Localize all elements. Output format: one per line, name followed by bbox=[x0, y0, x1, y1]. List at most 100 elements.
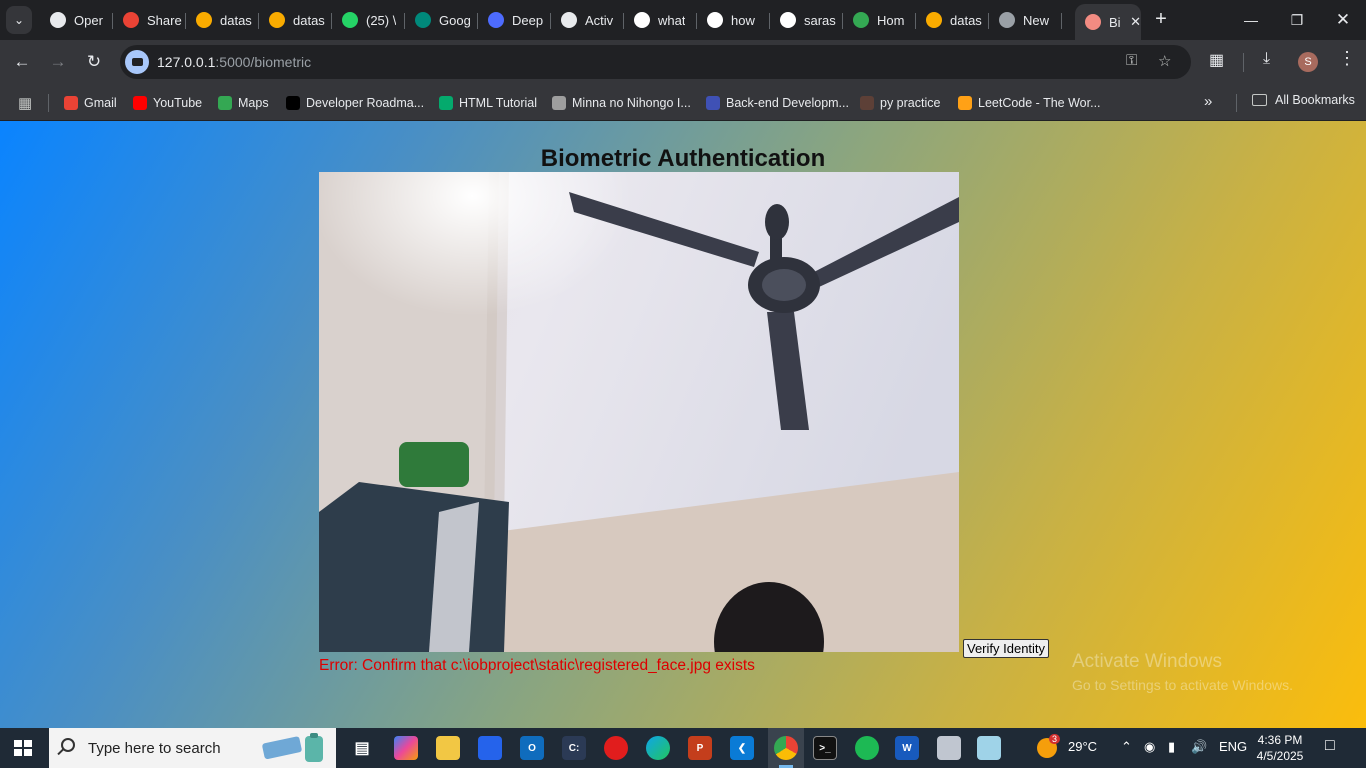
vscode-icon[interactable]: ❮ bbox=[730, 736, 754, 760]
verify-identity-button[interactable]: Verify Identity bbox=[963, 639, 1050, 658]
record-app-icon[interactable] bbox=[604, 736, 628, 760]
taskbar-search-placeholder: Type here to search bbox=[88, 740, 221, 757]
webcam-in-use-icon[interactable]: ◉ bbox=[1144, 739, 1155, 755]
apps-grid-icon[interactable]: ▦ bbox=[18, 94, 32, 112]
extensions-puzzle-icon[interactable]: ▦ bbox=[1209, 50, 1224, 70]
tab-6[interactable]: Deep bbox=[478, 4, 551, 36]
close-tab-icon[interactable]: ✕ bbox=[1130, 14, 1141, 30]
copilot-icon[interactable] bbox=[394, 736, 418, 760]
tab-5[interactable]: Goog bbox=[405, 4, 478, 36]
colab-icon bbox=[196, 12, 212, 28]
address-bar[interactable]: 127.0.0.1:5000/biometric ⚿ ☆ bbox=[120, 45, 1191, 79]
activate-windows-watermark: Activate Windows Go to Settings to activ… bbox=[1072, 651, 1293, 693]
download-icon[interactable]: ⤓ bbox=[1263, 50, 1270, 68]
webcam-video-feed bbox=[319, 172, 959, 652]
restore-button[interactable]: ❐ bbox=[1274, 0, 1320, 40]
task-view-icon[interactable]: ▤ bbox=[350, 736, 374, 760]
minimize-button[interactable]: — bbox=[1228, 0, 1274, 40]
bookmark-item[interactable]: Gmail bbox=[64, 93, 117, 113]
youtube-icon bbox=[133, 96, 147, 110]
windows-start-icon[interactable] bbox=[14, 740, 32, 756]
spotify-icon[interactable] bbox=[855, 736, 879, 760]
whatsapp-icon bbox=[342, 12, 358, 28]
tab-11[interactable]: Hom bbox=[843, 4, 916, 36]
word-icon[interactable]: W bbox=[895, 736, 919, 760]
tab-10[interactable]: saras bbox=[770, 4, 843, 36]
close-icon: ✕ bbox=[1335, 10, 1351, 29]
more-bookmarks-icon[interactable]: » bbox=[1204, 93, 1212, 110]
bookmark-label: Minna no Nihongo I... bbox=[572, 96, 691, 110]
powerpoint-icon[interactable]: P bbox=[688, 736, 712, 760]
bookmark-star-icon[interactable]: ☆ bbox=[1158, 52, 1171, 70]
all-bookmarks-button[interactable]: All Bookmarks bbox=[1252, 93, 1355, 107]
url-text[interactable]: 127.0.0.1:5000/biometric bbox=[157, 54, 311, 70]
google-icon bbox=[634, 12, 650, 28]
folder-icon bbox=[1252, 94, 1267, 106]
password-key-icon[interactable]: ⚿ bbox=[1126, 52, 1137, 69]
bookmark-item[interactable]: HTML Tutorial bbox=[439, 93, 537, 113]
tab-label: Oper bbox=[74, 12, 103, 28]
profile-avatar[interactable]: S bbox=[1298, 52, 1318, 72]
restore-icon: ❐ bbox=[1290, 11, 1304, 28]
bookmark-item[interactable]: Back-end Developm... bbox=[706, 93, 849, 113]
error-message: Error: Confirm that c:\iobproject\static… bbox=[319, 657, 755, 674]
back-button[interactable]: ← bbox=[8, 48, 36, 76]
search-icon bbox=[61, 738, 75, 752]
terminal-app-icon[interactable]: C: bbox=[562, 736, 586, 760]
bookmark-label: LeetCode - The Wor... bbox=[978, 96, 1101, 110]
bookmark-item[interactable]: Maps bbox=[218, 93, 269, 113]
bookmark-item[interactable]: LeetCode - The Wor... bbox=[958, 93, 1101, 113]
file-explorer-icon[interactable] bbox=[436, 736, 460, 760]
language-indicator[interactable]: ENG bbox=[1219, 739, 1247, 754]
tab-9[interactable]: how bbox=[697, 4, 770, 36]
tab-label: Deep bbox=[512, 12, 544, 28]
edge-icon[interactable] bbox=[646, 736, 670, 760]
system-clock[interactable]: 4:36 PM 4/5/2025 bbox=[1253, 732, 1307, 764]
weather-badge: 3 bbox=[1049, 734, 1061, 744]
command-prompt-icon[interactable]: >_ bbox=[813, 736, 837, 760]
reload-button[interactable]: ↻ bbox=[80, 48, 108, 76]
new-tab-button[interactable]: + bbox=[1150, 8, 1172, 30]
github-icon bbox=[780, 12, 796, 28]
tab-8[interactable]: what bbox=[624, 4, 697, 36]
bookmark-label: Developer Roadma... bbox=[306, 96, 425, 110]
tab-1[interactable]: Share bbox=[113, 4, 186, 36]
tab-7[interactable]: Activ bbox=[551, 4, 624, 36]
tray-overflow-chevron-icon[interactable]: ⌃ bbox=[1121, 739, 1132, 755]
microsoft-store-icon[interactable] bbox=[478, 736, 502, 760]
page-content: Biometric Authentication Verify Identity… bbox=[0, 121, 1366, 728]
clock-time: 4:36 PM bbox=[1257, 733, 1303, 747]
notepad-icon[interactable] bbox=[977, 736, 1001, 760]
outlook-icon[interactable]: O bbox=[520, 736, 544, 760]
chrome-icon[interactable] bbox=[774, 736, 798, 760]
tab-label: saras bbox=[804, 12, 836, 28]
weather-temperature[interactable]: 29°C bbox=[1068, 739, 1097, 754]
arrow-right-icon: → bbox=[49, 52, 67, 71]
taskbar-search-box[interactable]: Type here to search bbox=[49, 728, 336, 768]
notifications-icon[interactable]: □ bbox=[1325, 737, 1335, 755]
tab-search-button[interactable]: ⌄ bbox=[6, 6, 32, 34]
menu-kebab-icon[interactable]: ⋮ bbox=[1338, 48, 1356, 69]
tab-2[interactable]: datas bbox=[186, 4, 259, 36]
cc-icon bbox=[860, 96, 874, 110]
bookmark-item[interactable]: YouTube bbox=[133, 93, 202, 113]
bookmark-item[interactable]: Developer Roadma... bbox=[286, 93, 424, 113]
tab-4[interactable]: (25) \ bbox=[332, 4, 405, 36]
roadmap-icon bbox=[286, 96, 300, 110]
camera-in-use-icon[interactable] bbox=[125, 50, 149, 74]
tab-12[interactable]: datas bbox=[916, 4, 989, 36]
close-window-button[interactable]: ✕ bbox=[1320, 0, 1366, 40]
tab-0[interactable]: Oper bbox=[40, 4, 113, 36]
battery-icon[interactable]: ▮ bbox=[1168, 739, 1175, 755]
watermark-title: Activate Windows bbox=[1072, 651, 1222, 672]
snipping-tool-icon[interactable] bbox=[937, 736, 961, 760]
tab-3[interactable]: datas bbox=[259, 4, 332, 36]
tab-label: Goog bbox=[439, 12, 471, 28]
forward-button[interactable]: → bbox=[44, 48, 72, 76]
bookmark-item[interactable]: py practice bbox=[860, 93, 940, 113]
tab-13[interactable]: New bbox=[989, 4, 1062, 36]
course-icon bbox=[706, 96, 720, 110]
volume-icon[interactable]: 🔊 bbox=[1191, 739, 1207, 755]
tab-14[interactable]: Bi ✕ bbox=[1075, 4, 1141, 40]
bookmark-item[interactable]: Minna no Nihongo I... bbox=[552, 93, 691, 113]
